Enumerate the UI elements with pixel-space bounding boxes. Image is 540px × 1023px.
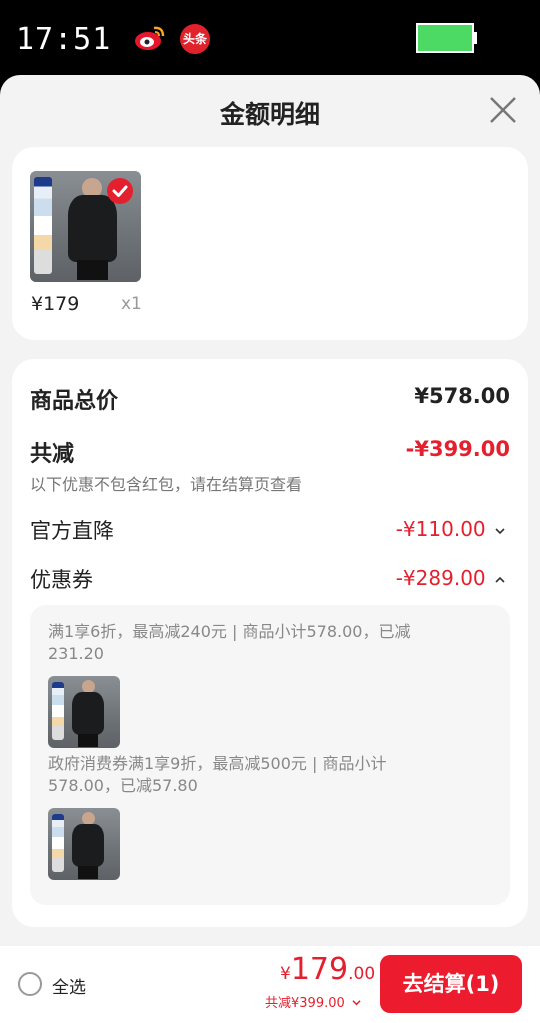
coupon-item-2-line2: 578.00，已减57.80 [48,776,198,795]
status-time: 17:51 [16,22,112,57]
checkout-button[interactable]: 去结算(1) [380,955,522,1013]
coupon-value[interactable]: -¥289.00 [396,566,506,590]
coupon-amount: -¥289.00 [395,566,486,590]
chevron-up-icon[interactable] [494,575,506,585]
total-discount-text: 共减¥399.00 [265,996,345,1011]
status-bar: 17:51 头条 [0,0,540,82]
official-drop-value[interactable]: -¥110.00 [396,517,506,541]
official-drop-label: 官方直降 [30,519,114,543]
discount-note: 以下优惠不包含红包，请在结算页查看 [30,475,303,494]
select-all-label[interactable]: 全选 [52,973,86,998]
chevron-down-icon[interactable] [351,998,362,1007]
checkout-bar: 全选 ¥179.00 共减¥399.00 去结算(1) [0,946,540,1023]
total-price: ¥179.00 [280,952,375,987]
product-price: ¥179 [31,293,80,315]
coupon-item-2-text: 政府消费券满1享9折，最高减500元 | 商品小计 578.00，已减57.80 [48,753,498,797]
product-quantity: x1 [121,294,142,314]
chevron-down-icon[interactable] [494,526,506,536]
coupon-item-2-line1: 政府消费券满1享9折，最高减500元 | 商品小计 [48,754,387,773]
selected-check-icon[interactable] [107,178,133,204]
product-list-card: ¥179 x1 [12,147,528,340]
select-all-radio[interactable] [18,972,42,996]
sheet-title: 金额明细 [219,100,320,129]
coupon-item-1-thumbnail [48,676,120,748]
coupon-item-1-text: 满1享6折，最高减240元 | 商品小计578.00，已减 231.20 [48,621,498,665]
official-drop-amount: -¥110.00 [395,517,486,541]
total-price-integer: 179 [290,952,349,987]
weibo-icon [135,26,165,50]
battery-icon [416,23,477,53]
coupon-item-2-thumbnail [48,808,120,880]
amount-detail-sheet: 金额明细 ¥179 x1 商品总价 ¥578.00 共减 -¥399.00 以下… [0,75,540,1023]
amount-detail-card: 商品总价 ¥578.00 共减 -¥399.00 以下优惠不包含红包，请在结算页… [12,359,528,927]
total-discount-label: 共减 [30,442,75,467]
total-price-currency: ¥ [280,964,291,984]
total-discount-toggle[interactable]: 共减¥399.00 [265,992,362,1011]
coupon-item-1-line1: 满1享6折，最高减240元 | 商品小计578.00，已减 [48,622,411,641]
close-icon[interactable] [486,93,520,127]
toutiao-icon: 头条 [180,24,210,54]
goods-total-value: ¥578.00 [414,384,510,408]
coupon-label: 优惠券 [30,568,93,592]
total-price-decimal: .00 [348,964,376,984]
goods-total-label: 商品总价 [30,389,119,414]
total-discount-value: -¥399.00 [405,437,510,461]
coupon-details-box: 满1享6折，最高减240元 | 商品小计578.00，已减 231.20 政府消… [30,605,510,905]
coupon-item-1-line2: 231.20 [48,644,104,663]
